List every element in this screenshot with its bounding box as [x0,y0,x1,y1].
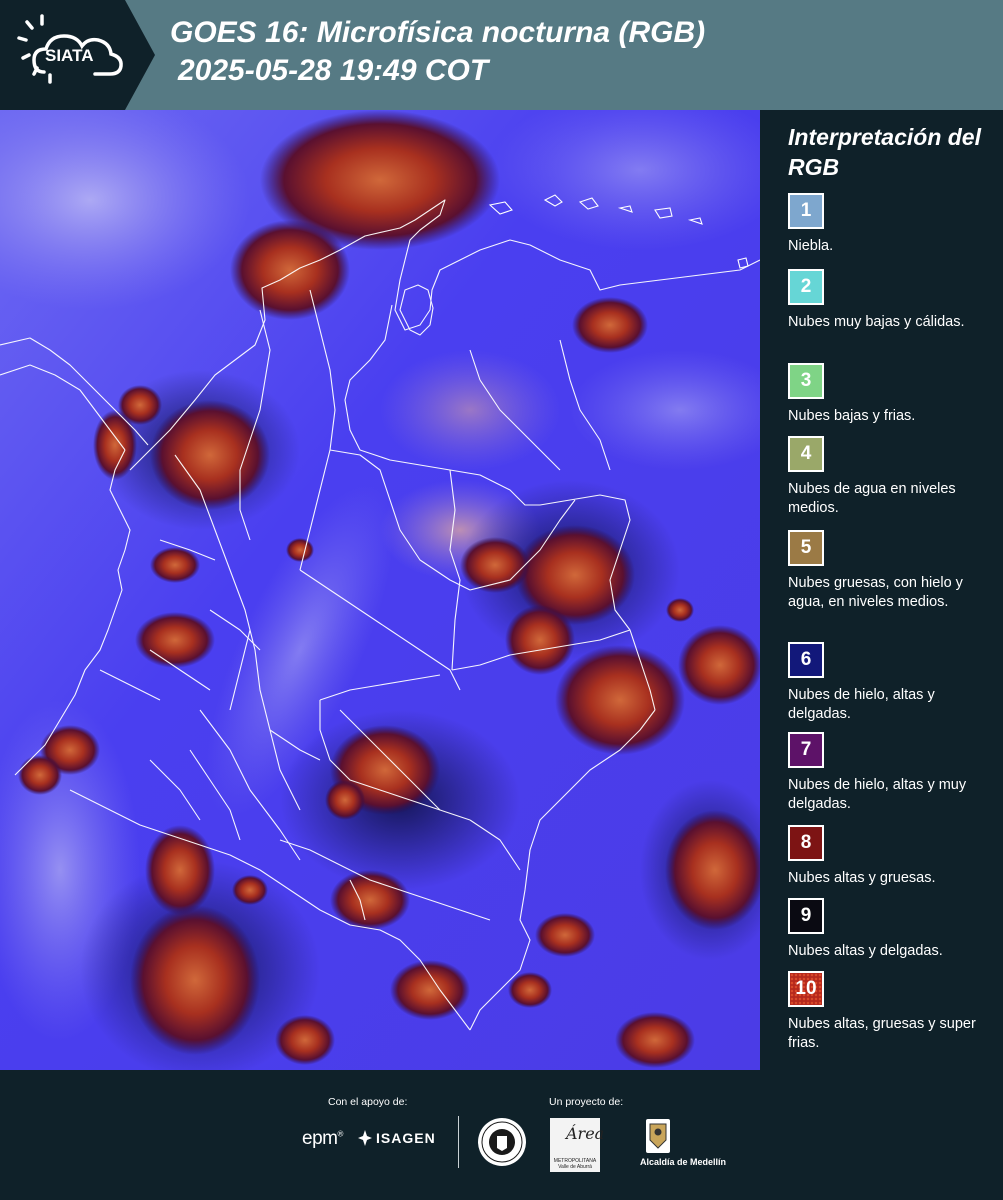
legend-item-fog: 1 Niebla. [788,193,1000,256]
legend-swatch: 4 [788,436,824,472]
legend-item-high-thick-clouds: 8 Nubes altas y gruesas. [788,825,1000,888]
header: SIATA GOES 16: Microfísica nocturna (RGB… [0,0,1003,110]
legend-swatch: 10 [788,971,824,1007]
legend-description: Nubes gruesas, con hielo y agua, en nive… [788,575,963,610]
legend-description: Nubes altas y gruesas. [788,870,936,886]
alcaldia-label: Alcaldía de Medellín [640,1157,727,1167]
legend-item-high-thin-ice-clouds: 6 Nubes de hielo, altas y delgadas. [788,642,1000,724]
legend-description: Nubes altas, gruesas y super frias. [788,1016,976,1051]
timestamp: 2025-05-28 19:49 COT [178,54,489,87]
legend-swatch: 9 [788,898,824,934]
siata-logo[interactable]: SIATA [0,0,155,110]
university-seal-icon[interactable] [477,1116,527,1168]
page-title: GOES 16: Microfísica nocturna (RGB) [170,16,706,49]
legend-item-mid-level-water-clouds: 4 Nubes de agua en niveles medios. [788,436,1000,518]
legend-description: Nubes de hielo, altas y delgadas. [788,687,935,722]
satellite-image [0,110,760,1070]
legend-swatch: 2 [788,269,824,305]
legend-item-thick-mixed-clouds: 5 Nubes gruesas, con hielo y agua, en ni… [788,530,1000,612]
legend-swatch: 1 [788,193,824,229]
legend-title: Interpretación del RGB [788,124,981,180]
isagen-icon [358,1130,372,1146]
legend-description: Nubes de agua en niveles medios. [788,481,956,516]
area-logo-text: Área [566,1124,605,1143]
legend-panel: Interpretación del RGB 1 Niebla. 2 Nubes… [760,110,1003,1070]
legend-swatch: 8 [788,825,824,861]
footer-divider [458,1116,459,1168]
footer: Con el apoyo de: Un proyecto de: epm® IS… [0,1070,1003,1200]
legend-item-low-cold-clouds: 3 Nubes bajas y frias. [788,363,1000,426]
satellite-map[interactable] [0,110,760,1070]
legend-swatch: 5 [788,530,824,566]
legend-item-high-very-thin-ice-clouds: 7 Nubes de hielo, altas y muy delgadas. [788,732,1000,814]
legend-item-very-low-warm-clouds: 2 Nubes muy bajas y cálidas. [788,269,1000,332]
alcaldia-shield-icon[interactable] [645,1118,671,1154]
isagen-logo[interactable]: ISAGEN [358,1130,436,1146]
legend-item-high-thin-clouds: 9 Nubes altas y delgadas. [788,898,1000,961]
legend-description: Niebla. [788,238,834,254]
legend-description: Nubes muy bajas y cálidas. [788,314,965,330]
legend-swatch: 7 [788,732,824,768]
isagen-logo-text: ISAGEN [376,1130,436,1146]
siata-logo-icon: SIATA [0,0,155,110]
legend-description: Nubes altas y delgadas. [788,943,943,959]
epm-logo-text: epm [302,1128,338,1149]
siata-logo-text: SIATA [45,46,93,65]
support-label: Con el apoyo de: [328,1096,408,1108]
legend-description: Nubes bajas y frias. [788,408,916,424]
project-label: Un proyecto de: [549,1096,624,1108]
epm-logo[interactable]: epm® [302,1128,343,1150]
legend-swatch: 3 [788,363,824,399]
area-subtitle: METROPOLITANA Valle de Aburrá [553,1158,597,1170]
legend-item-high-thick-supercold-clouds: 10 Nubes altas, gruesas y super frias. [788,971,1000,1053]
legend-swatch: 6 [788,642,824,678]
legend-description: Nubes de hielo, altas y muy delgadas. [788,777,967,812]
